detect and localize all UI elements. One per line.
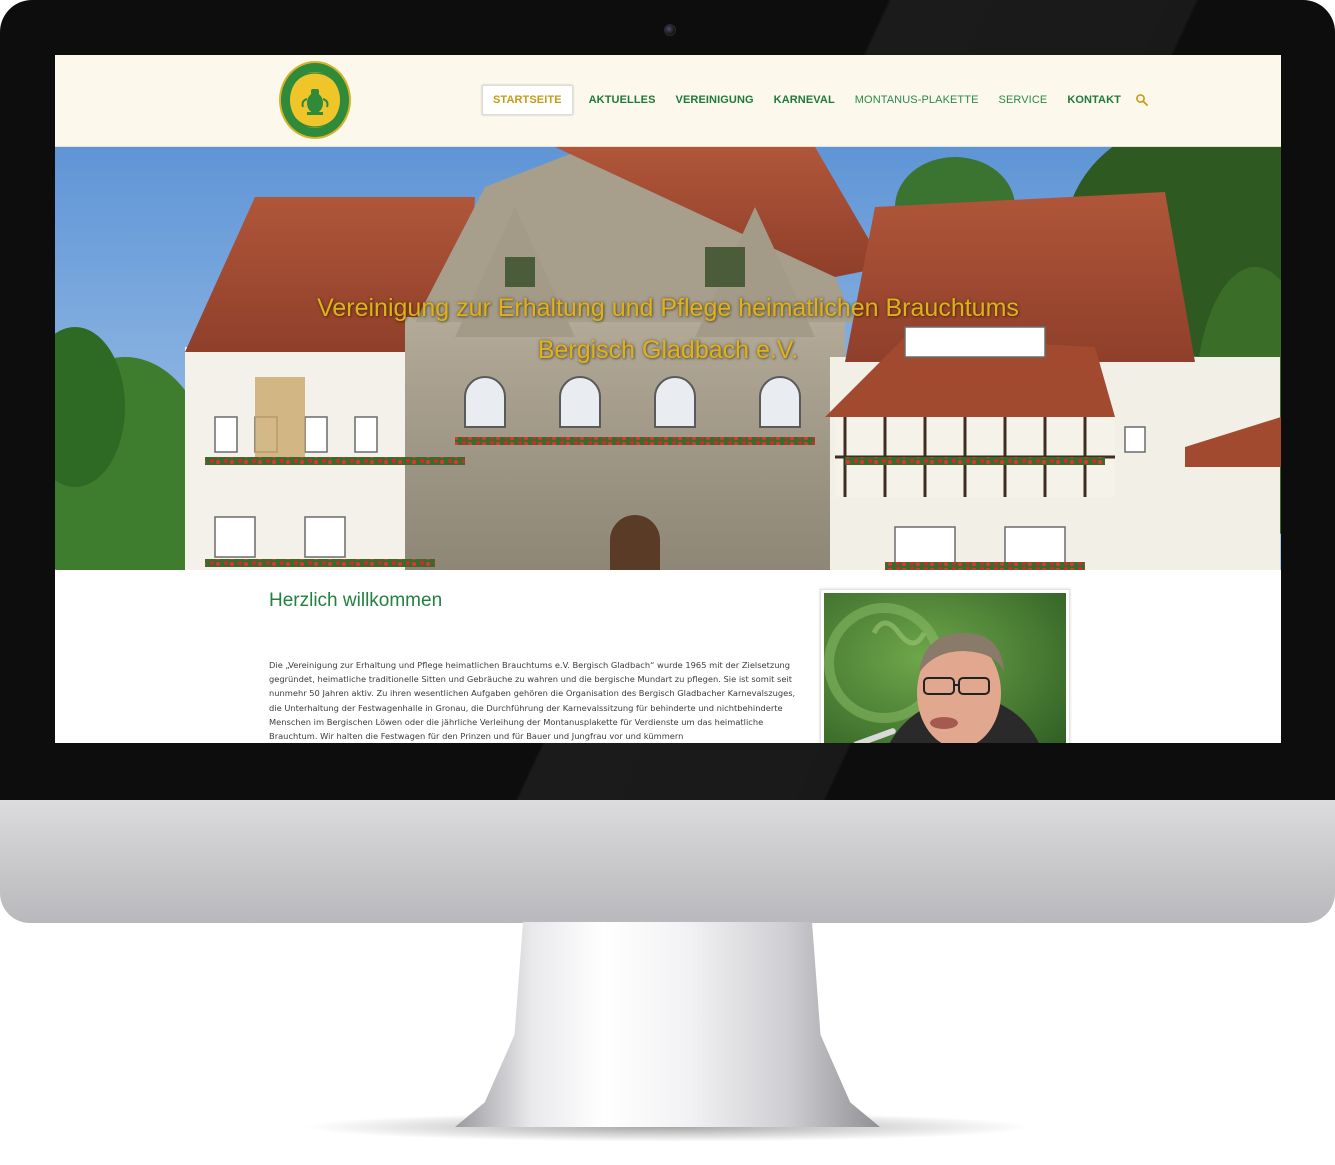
welcome-section: Herzlich willkommen Die „Vereinigung zur… (55, 570, 1281, 743)
hero-title-line-2: Bergisch Gladbach e.V. (537, 336, 799, 364)
hero-title: Vereinigung zur Erhaltung und Pflege hei… (55, 287, 1281, 371)
nav-item-startseite[interactable]: STARTSEITE (482, 85, 573, 115)
browser-screen: STARTSEITE AKTUELLES VEREINIGUNG KARNEVA… (55, 55, 1281, 743)
monitor-chin (0, 800, 1335, 923)
welcome-heading: Herzlich willkommen (269, 590, 443, 611)
nav-item-karneval[interactable]: KARNEVAL (764, 85, 845, 115)
monitor-bezel: STARTSEITE AKTUELLES VEREINIGUNG KARNEVA… (0, 0, 1335, 800)
emblem-logo[interactable] (279, 61, 351, 139)
monitor-stand (455, 922, 880, 1127)
speaker-portrait (820, 589, 1070, 743)
nav-item-vereinigung[interactable]: VEREINIGUNG (666, 85, 764, 115)
site-header: STARTSEITE AKTUELLES VEREINIGUNG KARNEVA… (55, 55, 1281, 147)
nav-item-service[interactable]: SERVICE (989, 85, 1058, 115)
welcome-text: Die „Vereinigung zur Erhaltung und Pfleg… (269, 660, 796, 742)
nav-item-aktuelles[interactable]: AKTUELLES (579, 85, 666, 115)
hero-banner: Vereinigung zur Erhaltung und Pflege hei… (55, 147, 1281, 570)
nav-item-kontakt[interactable]: KONTAKT (1057, 85, 1131, 115)
search-icon[interactable] (1135, 93, 1149, 107)
speaker-photo (824, 593, 1066, 743)
hero-title-line-1: Vereinigung zur Erhaltung und Pflege hei… (317, 294, 1019, 322)
logo-emblem-icon (287, 72, 343, 128)
camera-icon (664, 24, 676, 36)
nav-item-montanus-plakette[interactable]: MONTANUS-PLAKETTE (845, 85, 989, 115)
main-nav: STARTSEITE AKTUELLES VEREINIGUNG KARNEVA… (482, 85, 1149, 115)
